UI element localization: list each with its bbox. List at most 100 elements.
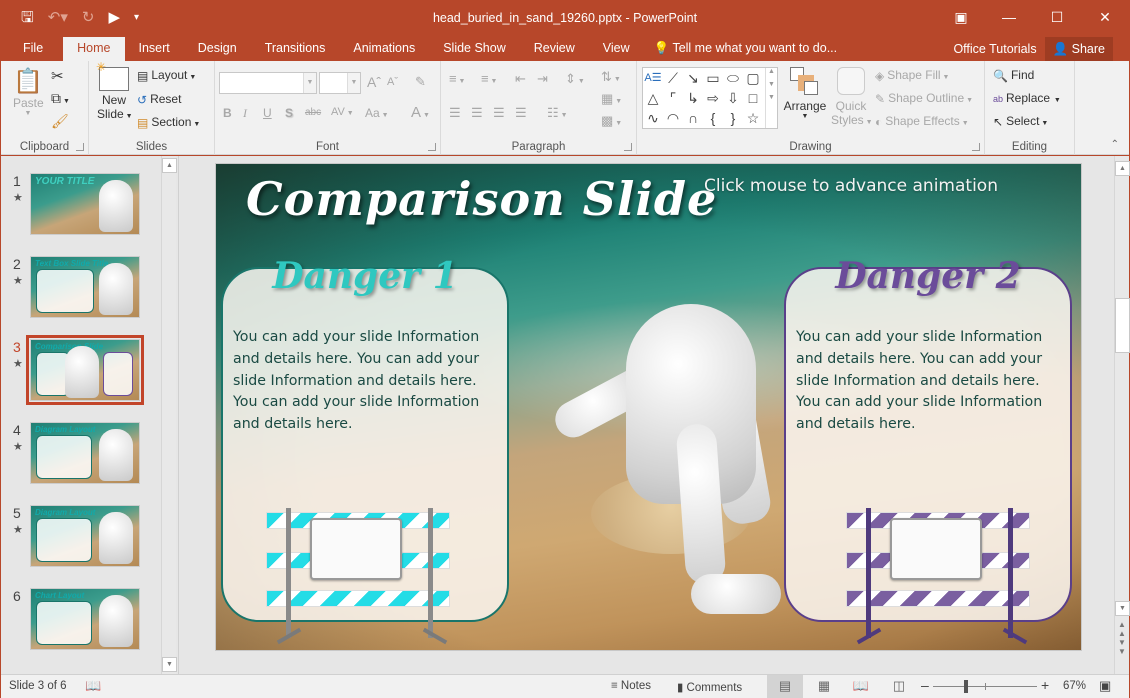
quick-styles-button[interactable]: Quick Styles ▼ (831, 67, 873, 127)
freeform-shape-icon[interactable]: ∿ (643, 108, 663, 128)
danger-2-heading[interactable]: Danger 2 (786, 255, 1070, 297)
align-text-icon[interactable]: ▦ ▼ (601, 91, 622, 107)
slide-thumbnail-5[interactable]: 5 ★ Diagram Layout (9, 505, 149, 575)
normal-view-icon[interactable]: ▤ (767, 675, 803, 698)
line-shape-icon[interactable]: ⟋ (663, 68, 683, 88)
scroll-thumb[interactable] (1115, 298, 1130, 353)
slide-thumbnail-4[interactable]: 4 ★ Diagram Layout (9, 422, 149, 492)
zoom-out-button[interactable]: – (921, 677, 929, 693)
shapes-gallery[interactable]: A☰ ⟋ ↘ ▭ ⬭ ▢ △ ⌜ ↳ ⇨ ⇩ □ ∿ ◠ ∩{} ☆ ▲ ▼ ▼ (642, 67, 778, 129)
right-arrow-shape-icon[interactable]: ⇨ (703, 88, 723, 108)
tab-review[interactable]: Review (520, 37, 589, 61)
save-icon[interactable]: 🖫 (21, 9, 34, 27)
scroll-up-icon[interactable]: ▲ (162, 158, 177, 173)
zoom-level[interactable]: 67% (1063, 680, 1086, 692)
danger-1-text[interactable]: You can add your slide Information and d… (233, 327, 501, 436)
underline-button[interactable]: U (263, 106, 272, 120)
start-from-beginning-icon[interactable]: ▶ (108, 9, 120, 27)
copy-icon[interactable]: ⧉ ▼ (51, 90, 70, 107)
next-slide-icon[interactable]: ▼ ▼ (1118, 638, 1126, 656)
arrange-button[interactable]: Arrange ▼ (783, 67, 827, 120)
scroll-up-icon[interactable]: ▲ (1115, 161, 1130, 176)
layout-button[interactable]: ▤ Layout ▼ (137, 68, 196, 83)
close-button[interactable]: ✕ (1081, 1, 1129, 33)
text-box-shape-icon[interactable]: A☰ (643, 68, 663, 88)
fit-slide-icon[interactable]: ▣ (1099, 678, 1111, 694)
align-right-icon[interactable]: ☰ (493, 105, 505, 121)
replace-button[interactable]: ab Replace ▼ (993, 91, 1061, 105)
rectangle-shape-icon[interactable]: ▭ (703, 68, 723, 88)
font-name-dropdown-icon[interactable]: ▼ (303, 73, 316, 93)
elbow-connector-shape-icon[interactable]: ⌜ (663, 88, 683, 108)
format-painter-icon[interactable]: 🖌 (51, 113, 69, 130)
oval-shape-icon[interactable]: ⬭ (723, 68, 743, 88)
find-button[interactable]: 🔍 Find (993, 68, 1034, 83)
office-tutorials-link[interactable]: Office Tutorials (953, 42, 1036, 56)
bold-button[interactable]: B (223, 106, 232, 120)
reading-view-icon[interactable]: 📖 (843, 675, 879, 698)
slide-show-icon[interactable]: ◫ (881, 675, 917, 698)
numbering-icon[interactable]: ≡ ▼ (481, 71, 497, 86)
shape-effects-button[interactable]: ◐ Shape Effects ▼ (875, 114, 969, 129)
slide-canvas[interactable]: Comparison Slide Click mouse to advance … (215, 163, 1082, 651)
section-button[interactable]: ▤ Section ▼ (137, 115, 200, 130)
notes-button[interactable]: ≡ Notes (611, 680, 651, 692)
danger-2-text[interactable]: You can add your slide Information and d… (796, 327, 1064, 436)
zoom-slider-thumb[interactable] (963, 680, 968, 693)
shrink-font-icon[interactable]: Aˇ (387, 76, 398, 88)
line-spacing-icon[interactable]: ⇕ ▼ (565, 71, 585, 87)
reset-button[interactable]: ↺ Reset (137, 92, 181, 107)
slide-title[interactable]: Comparison Slide (246, 172, 717, 226)
font-launcher-icon[interactable] (428, 143, 436, 151)
arc-shape-icon[interactable]: ◠ (663, 108, 683, 128)
advance-hint[interactable]: Click mouse to advance animation (704, 176, 998, 196)
right-brace-shape-icon[interactable]: } (723, 108, 743, 128)
danger-1-heading[interactable]: Danger 1 (223, 255, 507, 297)
tab-design[interactable]: Design (184, 37, 251, 61)
share-button[interactable]: 👤 Share (1044, 37, 1113, 61)
shadow-button[interactable]: S (285, 106, 293, 120)
increase-indent-icon[interactable]: ⇥ (537, 71, 548, 87)
slide-thumbnail-1[interactable]: 1 ★ YOUR TITLE (9, 173, 149, 243)
tab-file[interactable]: File (1, 37, 63, 61)
grow-font-icon[interactable]: Aˆ (367, 74, 381, 90)
curve-shape-icon[interactable]: ∩ (683, 108, 703, 128)
slide-sorter-icon[interactable]: ▦ (806, 675, 842, 698)
undo-icon[interactable]: ↶▾ (48, 9, 68, 27)
maximize-button[interactable]: ☐ (1033, 1, 1081, 33)
scroll-down-icon[interactable]: ▼ (1115, 601, 1130, 616)
rounded-rectangle-shape-icon[interactable]: ▢ (743, 68, 763, 88)
strikethrough-button[interactable]: abc (305, 107, 321, 118)
triangle-shape-icon[interactable]: △ (643, 88, 663, 108)
collapse-ribbon-icon[interactable]: ⌃ (1111, 139, 1119, 150)
left-brace-shape-icon[interactable]: { (703, 108, 723, 128)
columns-icon[interactable]: ☷ ▼ (547, 105, 568, 121)
center-icon[interactable]: ☰ (471, 105, 483, 121)
elbow-arrow-shape-icon[interactable]: ↳ (683, 88, 703, 108)
snip-shape-icon[interactable]: □ (743, 88, 763, 108)
ribbon-display-options-icon[interactable]: ▣ (937, 1, 985, 33)
cut-icon[interactable]: ✂ (51, 67, 64, 85)
new-slide-button[interactable]: ✳ New Slide ▼ (96, 60, 133, 121)
zoom-in-button[interactable]: + (1041, 677, 1049, 693)
slide-thumbnail-2[interactable]: 2 ★ Text Box Slide Title (9, 256, 149, 326)
zoom-slider[interactable] (933, 680, 1037, 693)
drawing-launcher-icon[interactable] (972, 143, 980, 151)
slide-thumbnail-6[interactable]: 6 Chart Layout (9, 588, 149, 658)
previous-slide-icon[interactable]: ▲ ▲ (1118, 620, 1126, 638)
down-arrow-shape-icon[interactable]: ⇩ (723, 88, 743, 108)
shape-outline-button[interactable]: ✎ Shape Outline ▼ (875, 91, 973, 106)
smartart-icon[interactable]: ▩ ▼ (601, 113, 622, 129)
font-color-button[interactable]: A ▼ (411, 104, 430, 121)
clear-formatting-icon[interactable]: ✎ (415, 74, 426, 90)
bullets-icon[interactable]: ≡ ▼ (449, 71, 465, 86)
tab-home[interactable]: Home (63, 37, 125, 61)
clipboard-launcher-icon[interactable] (76, 143, 84, 151)
select-button[interactable]: ↖ Select ▼ (993, 114, 1048, 129)
text-direction-icon[interactable]: ⇅ ▼ (601, 69, 621, 85)
slide-thumbnail-3[interactable]: 3 ★ Comparison Slide (9, 335, 149, 409)
font-name-combo[interactable]: ▼ (219, 72, 317, 94)
tab-transitions[interactable]: Transitions (251, 37, 340, 61)
shapes-gallery-scroll[interactable]: ▲ ▼ ▼ (765, 68, 777, 128)
customize-qat-icon[interactable]: ▾ (134, 9, 139, 27)
